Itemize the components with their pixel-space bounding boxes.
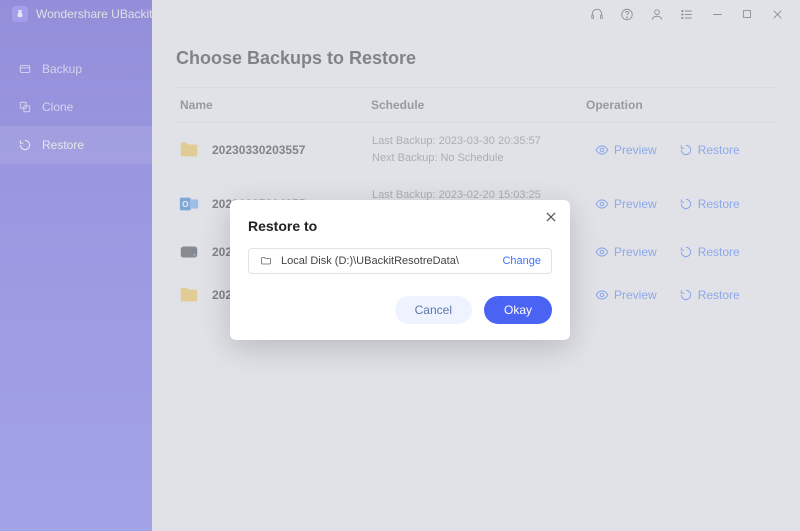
okay-button[interactable]: Okay xyxy=(484,296,552,324)
cancel-button[interactable]: Cancel xyxy=(395,296,472,324)
modal-overlay: Restore to Local Disk (D:)\UBackitResotr… xyxy=(0,0,800,531)
folder-mini-icon xyxy=(259,255,273,267)
restore-to-dialog: Restore to Local Disk (D:)\UBackitResotr… xyxy=(230,200,570,340)
restore-path-field[interactable]: Local Disk (D:)\UBackitResotreData\ Chan… xyxy=(248,248,552,274)
change-path-link[interactable]: Change xyxy=(502,255,541,267)
restore-path-value: Local Disk (D:)\UBackitResotreData\ xyxy=(281,255,459,267)
dialog-title: Restore to xyxy=(248,218,552,234)
dialog-actions: Cancel Okay xyxy=(248,296,552,324)
dialog-close-icon[interactable] xyxy=(544,210,558,229)
